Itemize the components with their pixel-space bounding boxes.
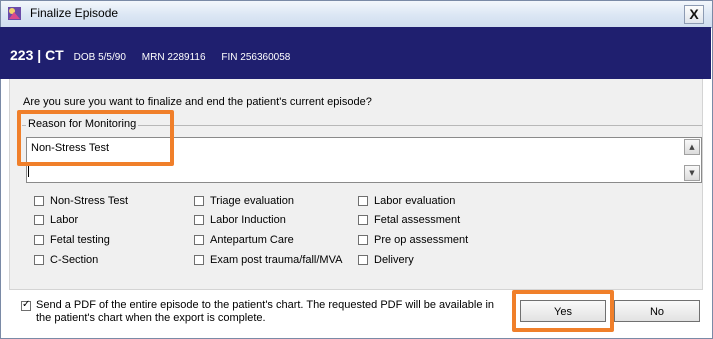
patient-mrn: MRN 2289116 [141, 52, 206, 63]
checkbox-label: Labor Induction [210, 214, 286, 226]
checkbox-labor[interactable]: Labor [34, 214, 78, 228]
checkbox-box[interactable] [34, 196, 44, 206]
checkbox-exam-post-trauma[interactable]: Exam post trauma/fall/MVA [194, 254, 342, 268]
reason-highlight-box [17, 110, 174, 166]
no-button[interactable]: No [614, 300, 700, 322]
patient-dob: DOB 5/5/90 [73, 52, 126, 63]
checkbox-label: Triage evaluation [210, 195, 294, 207]
yes-highlight-box [512, 290, 614, 332]
banner-separator: | [37, 47, 42, 63]
checkbox-label: Fetal testing [50, 234, 110, 246]
app-icon [8, 7, 21, 20]
checkbox-non-stress-test[interactable]: Non-Stress Test [34, 195, 128, 209]
checkbox-box[interactable] [34, 215, 44, 225]
checkbox-fetal-testing[interactable]: Fetal testing [34, 234, 110, 248]
bed-number: 223 [10, 47, 34, 63]
checkbox-box[interactable] [194, 235, 204, 245]
patient-info: 223 | CT DOB 5/5/90 MRN 2289116 FIN 2563… [10, 47, 290, 63]
patient-banner: 223 | CT DOB 5/5/90 MRN 2289116 FIN 2563… [0, 27, 711, 79]
checkbox-box[interactable] [358, 255, 368, 265]
checkbox-labor-evaluation[interactable]: Labor evaluation [358, 195, 455, 209]
checkbox-box[interactable] [34, 235, 44, 245]
checkbox-label: C-Section [50, 254, 99, 266]
checkbox-label: Delivery [374, 254, 414, 266]
checkbox-c-section[interactable]: C-Section [34, 254, 98, 268]
checkbox-label: Non-Stress Test [50, 195, 129, 207]
checkbox-label: Exam post trauma/fall/MVA [210, 254, 343, 266]
checkbox-antepartum-care[interactable]: Antepartum Care [194, 234, 294, 248]
checkbox-label: Labor [50, 214, 79, 226]
close-button[interactable]: X [684, 5, 704, 24]
checkbox-box[interactable] [358, 215, 368, 225]
checkbox-labor-induction[interactable]: Labor Induction [194, 214, 286, 228]
confirm-question: Are you sure you want to finalize and en… [23, 96, 372, 108]
checkbox-box[interactable] [194, 215, 204, 225]
checkbox-label: Fetal assessment [374, 214, 461, 226]
checkbox-delivery[interactable]: Delivery [358, 254, 414, 268]
checkbox-label: Labor evaluation [374, 195, 456, 207]
checkbox-label: Antepartum Care [210, 234, 294, 246]
checkbox-box[interactable] [358, 235, 368, 245]
scroll-down-button[interactable]: ▼ [684, 165, 700, 181]
checkbox-pre-op-assessment[interactable]: Pre op assessment [358, 234, 468, 248]
checkbox-box[interactable] [358, 196, 368, 206]
send-pdf-text: Send a PDF of the entire episode to the … [36, 299, 495, 324]
checkbox-box[interactable] [194, 255, 204, 265]
checkbox-fetal-assessment[interactable]: Fetal assessment [358, 214, 460, 228]
send-pdf-checkbox[interactable] [21, 299, 31, 311]
scroll-up-button[interactable]: ▲ [684, 139, 700, 155]
checkbox-box[interactable] [34, 255, 44, 265]
checkbox-triage-evaluation[interactable]: Triage evaluation [194, 195, 294, 209]
patient-initials: CT [45, 47, 64, 63]
checkbox-label: Pre op assessment [374, 234, 469, 246]
window-title: Finalize Episode [30, 6, 119, 20]
patient-fin: FIN 256360058 [221, 52, 291, 63]
checkbox-box[interactable] [194, 196, 204, 206]
title-bar[interactable]: Finalize Episode X [1, 1, 712, 28]
